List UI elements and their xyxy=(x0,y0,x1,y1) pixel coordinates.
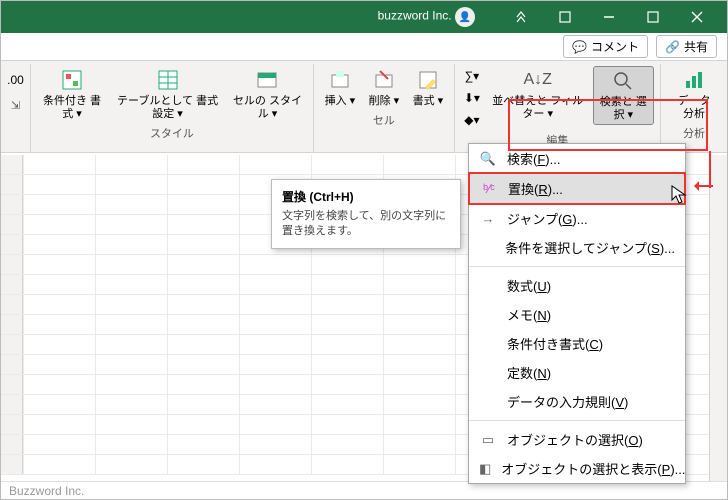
window-title: buzzword Inc. 👤 xyxy=(9,7,499,27)
close-button[interactable] xyxy=(675,1,719,33)
find-select-menu: 🔍 検索(F)... ᵇ⁄ᶜ 置換(R)... → ジャンプ(G)... 条件を… xyxy=(468,143,686,484)
menu-label: オブジェクトの選択(O) xyxy=(507,433,643,448)
replace-icon: ᵇ⁄ᶜ xyxy=(480,180,498,198)
menu-label: オブジェクトの選択と表示(P)... xyxy=(501,462,685,477)
format-icon xyxy=(416,68,440,92)
editing-group: ∑▾ ⬇▾ ◆▾ A↓Z 並べ替えと フィルター ▾ 検索と 選択 ▾ 編集 xyxy=(455,64,661,152)
cell-styles-icon xyxy=(255,68,279,92)
menu-label: ジャンプ(G)... xyxy=(507,212,588,227)
goto-icon: → xyxy=(479,210,497,228)
menu-select-objects[interactable]: ▭ オブジェクトの選択(O) xyxy=(469,425,685,454)
menu-find[interactable]: 🔍 検索(F)... xyxy=(469,144,685,173)
title-bar: buzzword Inc. 👤 xyxy=(1,1,727,33)
insert-button[interactable]: 挿入 ▾ xyxy=(320,66,360,110)
autosum-button[interactable]: ∑▾ xyxy=(461,66,483,86)
find-select-button[interactable]: 検索と 選択 ▾ xyxy=(593,66,654,125)
tooltip-body: 文字列を検索して、別の文字列に置き換えます。 xyxy=(282,209,450,240)
cond-format-icon xyxy=(60,68,84,92)
ribbon: .00 ⇲ 条件付き 書式 ▾ テーブルとして 書式設定 ▾ セルの スタイル … xyxy=(1,61,727,153)
selection-pane-icon: ◧ xyxy=(479,460,491,478)
menu-formulas[interactable]: 数式(U) xyxy=(469,271,685,300)
delete-button[interactable]: 削除 ▾ xyxy=(364,66,404,110)
maximize-button[interactable] xyxy=(631,1,675,33)
dialog-launcher-icon[interactable]: ⇲ xyxy=(7,97,24,114)
delete-icon xyxy=(372,68,396,92)
share-button[interactable]: 🔗共有 xyxy=(656,35,717,58)
analyze-data-button[interactable]: データ 分析 xyxy=(667,66,721,123)
table-icon xyxy=(156,68,180,92)
ribbon-options-icon[interactable] xyxy=(543,1,587,33)
user-avatar-icon[interactable]: 👤 xyxy=(455,7,475,27)
cell-styles-button[interactable]: セルの スタイル ▾ xyxy=(228,66,307,123)
callout-line xyxy=(709,151,711,188)
fill-button[interactable]: ⬇▾ xyxy=(461,88,483,108)
menu-label: 検索(F)... xyxy=(507,152,560,167)
menu-label: 数式(U) xyxy=(507,279,551,294)
tooltip: 置換 (Ctrl+H) 文字列を検索して、別の文字列に置き換えます。 xyxy=(271,179,461,249)
pointer-icon: ▭ xyxy=(479,431,497,449)
menu-label: データの入力規則(V) xyxy=(507,395,628,410)
search-icon xyxy=(611,69,635,93)
menu-label: 定数(N) xyxy=(507,366,551,381)
comment-button[interactable]: 💬コメント xyxy=(563,35,648,58)
mouse-cursor-icon xyxy=(671,185,687,205)
sort-icon: A↓Z xyxy=(526,68,550,92)
clear-button[interactable]: ◆▾ xyxy=(461,110,483,130)
menu-selection-pane[interactable]: ◧ オブジェクトの選択と表示(P)... xyxy=(469,454,685,483)
format-as-table-button[interactable]: テーブルとして 書式設定 ▾ xyxy=(111,66,224,123)
conditional-formatting-button[interactable]: 条件付き 書式 ▾ xyxy=(37,66,107,123)
menu-goto-special[interactable]: 条件を選択してジャンプ(S)... xyxy=(469,233,685,262)
format-button[interactable]: 書式 ▾ xyxy=(408,66,448,110)
minimize-button[interactable] xyxy=(587,1,631,33)
analysis-group-label: 分析 xyxy=(667,123,721,143)
insert-icon xyxy=(328,68,352,92)
styles-group: 条件付き 書式 ▾ テーブルとして 書式設定 ▾ セルの スタイル ▾ スタイル xyxy=(31,64,314,152)
menu-goto[interactable]: → ジャンプ(G)... xyxy=(469,204,685,233)
share-row: 💬コメント 🔗共有 xyxy=(1,33,727,61)
menu-label: メモ(N) xyxy=(507,308,551,323)
cells-group-label: セル xyxy=(320,110,448,130)
mic-icon[interactable] xyxy=(499,1,543,33)
menu-notes[interactable]: メモ(N) xyxy=(469,300,685,329)
menu-data-validation[interactable]: データの入力規則(V) xyxy=(469,387,685,416)
menu-label: 置換(R)... xyxy=(508,182,563,197)
callout-arrow xyxy=(695,185,713,187)
decimal-icon: .00 xyxy=(4,68,28,92)
menu-label: 条件を選択してジャンプ(S)... xyxy=(505,241,675,256)
menu-label: 条件付き書式(C) xyxy=(507,337,603,352)
menu-conditional-formatting[interactable]: 条件付き書式(C) xyxy=(469,329,685,358)
menu-replace[interactable]: ᵇ⁄ᶜ 置換(R)... xyxy=(468,172,686,205)
analyze-icon xyxy=(682,68,706,92)
tooltip-title: 置換 (Ctrl+H) xyxy=(282,188,450,205)
search-icon: 🔍 xyxy=(479,150,497,168)
brand-watermark: Buzzword Inc. xyxy=(9,484,84,498)
sort-filter-button[interactable]: A↓Z 並べ替えと フィルター ▾ xyxy=(487,66,589,123)
menu-constants[interactable]: 定数(N) xyxy=(469,358,685,387)
vertical-scrollbar[interactable] xyxy=(709,155,727,481)
styles-group-label: スタイル xyxy=(37,123,307,143)
analysis-group: データ 分析 分析 xyxy=(661,64,727,152)
cells-group: 挿入 ▾ 削除 ▾ 書式 ▾ セル xyxy=(314,64,455,152)
